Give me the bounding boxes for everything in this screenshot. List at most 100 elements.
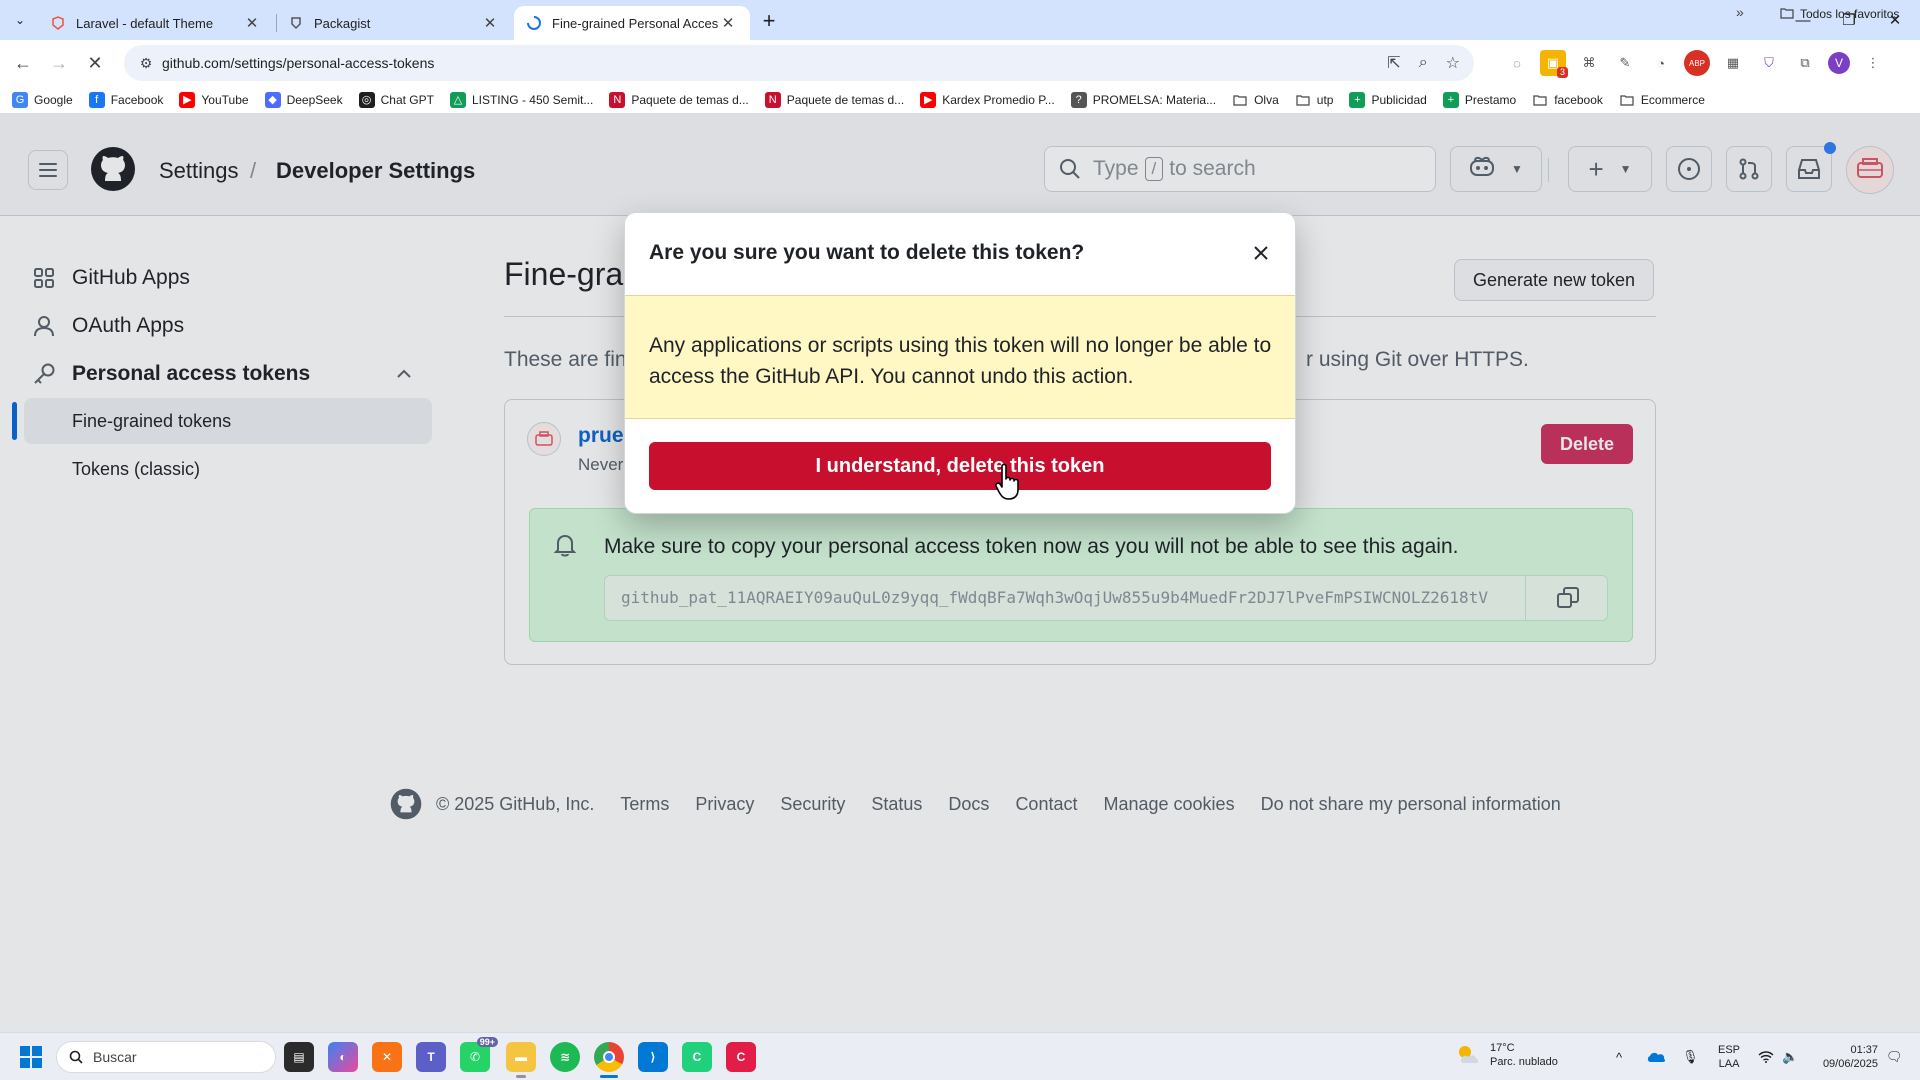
bookmark-item[interactable]: ◎ Chat GPT — [358, 91, 434, 108]
bookmark-item[interactable]: facebook — [1532, 92, 1603, 108]
bookmark-item[interactable]: N Paquete de temas d... — [764, 91, 905, 108]
system-clock[interactable]: 01:37 09/06/2025 — [1808, 1043, 1878, 1071]
clock-time: 01:37 — [1850, 1044, 1878, 1056]
bookmark-item[interactable]: ▶ Kardex Promedio P... — [920, 91, 1055, 108]
extensions-puzzle-icon[interactable]: ⧉ — [1792, 50, 1818, 76]
folder-icon — [1780, 7, 1794, 22]
install-app-icon[interactable]: ⇱ — [1387, 53, 1400, 73]
spotify-icon[interactable]: ≋ — [550, 1042, 580, 1072]
extension-honey-icon[interactable]: ▣ 3 — [1540, 50, 1568, 78]
bookmark-item[interactable]: f Facebook — [88, 91, 163, 108]
teams-icon[interactable]: T — [416, 1042, 446, 1072]
tab-close-icon[interactable]: ✕ — [480, 13, 500, 33]
address-bar[interactable]: ⚙ github.com/settings/personal-access-to… — [124, 45, 1474, 81]
notification-center-icon[interactable]: 🗨 — [1886, 1033, 1903, 1080]
site-info-icon[interactable]: ⚙ — [132, 55, 160, 72]
chrome-menu-icon[interactable]: ⋮ — [1860, 50, 1886, 76]
extension-chat-icon[interactable]: ◔ — [1648, 50, 1674, 76]
back-icon[interactable]: ← — [8, 48, 38, 78]
tab-laravel[interactable]: Laravel - default Theme ✕ — [38, 6, 274, 40]
tab-close-icon[interactable]: ✕ — [242, 13, 262, 33]
bookmark-item[interactable]: ? PROMELSA: Materia... — [1070, 91, 1216, 108]
bookmark-item[interactable]: utp — [1295, 92, 1333, 108]
whatsapp-badge: 99+ — [476, 1037, 498, 1047]
confirm-delete-button[interactable]: I understand, delete this token — [649, 442, 1271, 490]
bookmark-item[interactable]: G Google — [12, 91, 73, 108]
bookmark-label: facebook — [1554, 92, 1603, 107]
bookmark-item[interactable]: + Prestamo — [1442, 91, 1516, 108]
zoom-icon[interactable]: ⌕ — [1419, 54, 1428, 72]
extension-circle-icon[interactable]: ◌ — [1504, 50, 1530, 76]
extension-code-icon[interactable]: ⌘ — [1576, 50, 1602, 76]
windows-start-icon[interactable] — [20, 1046, 42, 1068]
forward-icon[interactable]: → — [44, 48, 74, 78]
vscode-icon[interactable]: ⟩ — [638, 1042, 668, 1072]
clock-date: 09/06/2025 — [1822, 1058, 1878, 1070]
profile-avatar[interactable]: V — [1828, 52, 1850, 74]
browser-toolbar: ← → ✕ ⚙ github.com/settings/personal-acc… — [0, 40, 1920, 86]
wifi-icon[interactable] — [1758, 1033, 1774, 1080]
bookmark-label: Kardex Promedio P... — [942, 92, 1055, 107]
tab-packagist[interactable]: Packagist ✕ — [276, 6, 512, 40]
bookmark-label: YouTube — [201, 92, 249, 107]
bookmark-favicon-icon: ? — [1070, 91, 1087, 108]
all-bookmarks-folder[interactable]: Todos los favoritos — [1780, 0, 1899, 28]
bookmark-favicon-icon: + — [1349, 91, 1366, 108]
adblock-icon[interactable]: ABP — [1684, 50, 1710, 76]
shield-extension-icon[interactable]: ⛉ — [1756, 50, 1782, 76]
bookmark-label: Google — [34, 92, 73, 107]
xampp-icon[interactable]: ✕ — [372, 1042, 402, 1072]
extensions-row: ◌ ▣ 3 ⌘ ✎ ◔ ABP ▦ ⛉ ⧉ V ⋮ — [1504, 48, 1886, 78]
bookmark-item[interactable]: N Paquete de temas d... — [609, 91, 749, 108]
screen-recorder-icon[interactable]: C — [726, 1042, 756, 1072]
running-indicator — [516, 1075, 526, 1078]
bookmark-favicon-icon: △ — [449, 91, 466, 108]
copilot-app-icon[interactable]: ◐ — [328, 1042, 358, 1072]
stop-loading-icon[interactable]: ✕ — [80, 48, 110, 78]
bookmark-favicon-icon: N — [609, 91, 626, 108]
bookmark-item[interactable]: Olva — [1232, 92, 1279, 108]
bookmark-item[interactable]: + Publicidad — [1349, 91, 1427, 108]
dialog-warning: Any applications or scripts using this t… — [625, 295, 1295, 419]
show-hidden-icons[interactable]: ^ — [1616, 1033, 1622, 1080]
weather-temp: 17°C — [1490, 1042, 1515, 1054]
partly-cloudy-icon — [1456, 1043, 1482, 1067]
camtasia-icon[interactable]: C — [682, 1042, 712, 1072]
input-language[interactable]: ESP LAA — [1718, 1043, 1740, 1071]
bookmark-item[interactable]: ▶ YouTube — [179, 91, 249, 108]
tab-title: Fine-grained Personal Access To — [552, 15, 718, 31]
microphone-icon[interactable]: 🎙 — [1682, 1033, 1699, 1080]
onedrive-icon[interactable] — [1646, 1033, 1666, 1080]
bookmark-star-icon[interactable]: ☆ — [1446, 53, 1460, 73]
taskbar-search-placeholder: Buscar — [93, 1049, 137, 1065]
bookmark-label: Chat GPT — [380, 92, 434, 107]
volume-icon[interactable]: 🔈 — [1782, 1033, 1798, 1080]
task-view-icon[interactable]: ▤ — [284, 1042, 314, 1072]
bookmark-label: DeepSeek — [286, 92, 343, 107]
taskbar-search[interactable]: Buscar — [56, 1041, 276, 1073]
tab-search-chevron-icon[interactable]: ⌄ — [8, 8, 32, 32]
chrome-icon[interactable] — [594, 1042, 624, 1078]
dialog-title: Are you sure you want to delete this tok… — [649, 241, 1085, 264]
bookmark-item[interactable]: ◆ DeepSeek — [264, 91, 343, 108]
file-explorer-icon[interactable]: ▬ — [506, 1042, 536, 1078]
bookmarks-bar: G Google f Facebook ▶ YouTube ◆ DeepSeek ◎ Chat G… — [0, 86, 1920, 114]
weather-widget[interactable]: 17°C Parc. nublado — [1456, 1041, 1558, 1069]
bookmark-item[interactable]: Ecommerce — [1619, 92, 1705, 108]
bookmark-favicon-icon: + — [1442, 91, 1459, 108]
dialog-close-icon[interactable] — [1245, 237, 1277, 269]
tab-close-icon[interactable]: ✕ — [718, 13, 738, 33]
bookmark-item[interactable]: △ LISTING - 450 Semit... — [449, 91, 594, 108]
bookmark-label: Publicidad — [1371, 92, 1427, 107]
bookmark-label: Paquete de temas d... — [786, 92, 905, 107]
whatsapp-icon[interactable]: ✆ 99+ — [460, 1037, 498, 1072]
new-tab-icon[interactable]: + — [756, 8, 782, 34]
bookmark-label: Ecommerce — [1640, 92, 1705, 107]
more-bookmarks-icon[interactable]: » — [1736, 4, 1744, 20]
bookmark-label: LISTING - 450 Semit... — [471, 92, 594, 107]
active-indicator — [600, 1075, 618, 1078]
extension-eyedropper-icon[interactable]: ✎ — [1612, 50, 1638, 76]
qr-code-icon[interactable]: ▦ — [1720, 50, 1746, 76]
tab-personal-access-tokens[interactable]: Fine-grained Personal Access To ✕ — [514, 6, 750, 40]
bookmark-favicon-icon: ◎ — [358, 91, 375, 108]
